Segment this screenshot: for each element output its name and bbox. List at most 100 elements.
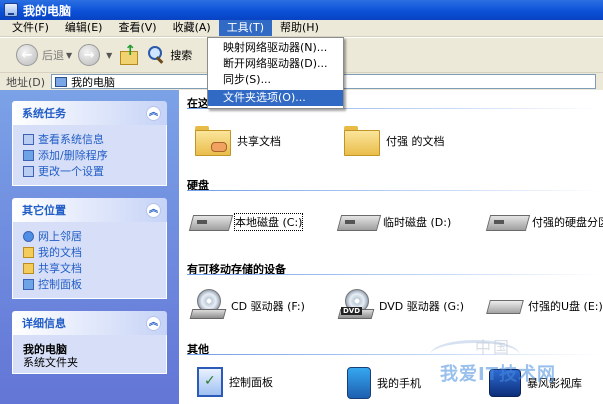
back-button[interactable]: ← 后退 ▼ (16, 44, 72, 66)
search-button[interactable]: 搜索 (146, 45, 192, 65)
other-places-title: 其它位置 (22, 204, 66, 217)
link-shared-documents[interactable]: 共享文档 (23, 260, 158, 276)
item-user-documents[interactable]: 付强 的文档 (344, 126, 445, 156)
section-divider (187, 274, 603, 275)
item-drive-c[interactable]: 本地磁盘 (C:) (191, 211, 304, 233)
item-label: 我的手机 (377, 377, 421, 390)
item-label: 临时磁盘 (D:) (383, 216, 452, 229)
menu-edit[interactable]: 编辑(E) (57, 20, 111, 36)
link-label: 更改一个设置 (38, 165, 104, 178)
back-arrow-icon: ← (16, 44, 38, 66)
tools-dropdown-menu: 映射网络驱动器(N)... 断开网络驱动器(D)... 同步(S)... 文件夹… (207, 37, 344, 109)
item-shared-documents[interactable]: 共享文档 (195, 126, 281, 156)
menu-folder-options[interactable]: 文件夹选项(O)... (208, 90, 343, 106)
details-type: 系统文件夹 (23, 356, 78, 369)
menu-tools[interactable]: 工具(T) (218, 20, 272, 36)
item-dvd-drive[interactable]: DVD DVD 驱动器 (G:) (337, 289, 465, 323)
forward-arrow-icon: → (78, 44, 101, 66)
forward-button[interactable]: → ▼ (78, 44, 112, 66)
title-bar: 我的电脑 (0, 0, 603, 20)
other-places-panel: 其它位置 ︽ 网上邻居 我的文档 共享文档 控制面板 (12, 198, 167, 299)
link-label: 查看系统信息 (38, 133, 104, 146)
movie-library-icon (489, 369, 521, 397)
link-change-setting[interactable]: 更改一个设置 (23, 163, 158, 179)
cd-drive-icon (189, 289, 227, 323)
hard-disk-icon (191, 211, 229, 233)
item-user-partition[interactable]: 付强的硬盘分区 (488, 211, 603, 233)
usb-drive-icon (488, 295, 522, 317)
hard-disk-icon (339, 211, 377, 233)
my-computer-icon (4, 3, 18, 17)
link-network-places[interactable]: 网上邻居 (23, 228, 158, 244)
menu-map-network-drive[interactable]: 映射网络驱动器(N)... (208, 40, 343, 56)
item-label: DVD 驱动器 (G:) (379, 300, 465, 313)
collapse-icon[interactable]: ︽ (146, 202, 161, 218)
task-pane: 系统任务 ︽ 查看系统信息 添加/删除程序 更改一个设置 其它位置 ︽ 网上邻居… (0, 90, 179, 404)
menu-favorites[interactable]: 收藏(A) (165, 20, 219, 36)
link-label: 网上邻居 (38, 230, 82, 243)
link-view-system-info[interactable]: 查看系统信息 (23, 131, 158, 147)
dvd-drive-icon: DVD (337, 289, 375, 323)
system-tasks-title: 系统任务 (22, 107, 66, 120)
up-folder-button[interactable] (118, 43, 140, 65)
item-movie-library[interactable]: 暴风影视库 (489, 369, 582, 397)
my-computer-icon (55, 76, 68, 87)
chevron-down-icon: ▼ (106, 50, 113, 60)
search-icon (146, 45, 166, 65)
item-label: 共享文档 (237, 135, 281, 148)
control-panel-icon (23, 278, 34, 290)
hard-disk-icon (488, 211, 526, 233)
system-tasks-header[interactable]: 系统任务 ︽ (12, 101, 167, 125)
collapse-icon[interactable]: ︽ (146, 315, 161, 331)
item-label: CD 驱动器 (F:) (231, 300, 305, 313)
details-name: 我的电脑 (23, 343, 67, 356)
collapse-icon[interactable]: ︽ (146, 105, 161, 121)
add-remove-programs-icon (23, 149, 34, 161)
chevron-down-icon: ▼ (66, 50, 73, 60)
item-cd-drive[interactable]: CD 驱动器 (F:) (189, 289, 305, 323)
folder-icon (23, 246, 34, 258)
link-label: 共享文档 (38, 262, 82, 275)
item-drive-d[interactable]: 临时磁盘 (D:) (339, 211, 451, 233)
system-tasks-panel: 系统任务 ︽ 查看系统信息 添加/删除程序 更改一个设置 (12, 101, 167, 186)
other-places-header[interactable]: 其它位置 ︽ (12, 198, 167, 222)
item-label: 控制面板 (229, 376, 273, 389)
phone-icon (347, 367, 371, 399)
address-label: 地址(D) (6, 75, 46, 89)
system-info-icon (23, 133, 34, 145)
item-label: 付强的U盘 (E:) (528, 300, 603, 313)
menu-view[interactable]: 查看(V) (110, 20, 164, 36)
details-panel: 详细信息 ︽ 我的电脑 系统文件夹 (12, 311, 167, 374)
menu-synchronize[interactable]: 同步(S)... (208, 72, 343, 88)
menu-help[interactable]: 帮助(H) (272, 20, 327, 36)
link-my-documents[interactable]: 我的文档 (23, 244, 158, 260)
item-usb-drive[interactable]: 付强的U盘 (E:) (488, 295, 603, 317)
system-tasks-body: 查看系统信息 添加/删除程序 更改一个设置 (12, 125, 167, 186)
item-label: 付强 的文档 (386, 135, 445, 148)
item-control-panel[interactable]: 控制面板 (197, 367, 273, 397)
file-view: 在这 共享文档 付强 的文档 硬盘 本地磁盘 (C:) 临时磁盘 (D:) 付强… (179, 90, 603, 404)
network-icon (23, 230, 34, 242)
link-add-remove-programs[interactable]: 添加/删除程序 (23, 147, 158, 163)
details-header[interactable]: 详细信息 ︽ (12, 311, 167, 335)
shared-folder-icon (195, 126, 231, 156)
item-label: 付强的硬盘分区 (532, 216, 603, 229)
address-value: 我的电脑 (71, 75, 116, 89)
window-title: 我的电脑 (23, 3, 72, 18)
menu-file[interactable]: 文件(F) (4, 20, 57, 36)
back-label: 后退 (42, 49, 64, 62)
details-title: 详细信息 (22, 317, 66, 330)
section-divider (187, 354, 603, 355)
link-label: 我的文档 (38, 246, 82, 259)
settings-icon (23, 165, 34, 177)
folder-icon (344, 126, 380, 156)
item-my-phone[interactable]: 我的手机 (347, 367, 421, 399)
control-panel-icon (197, 367, 223, 397)
link-label: 添加/删除程序 (38, 149, 108, 162)
link-control-panel[interactable]: 控制面板 (23, 276, 158, 292)
menu-disconnect-network-drive[interactable]: 断开网络驱动器(D)... (208, 56, 343, 72)
item-label: 本地磁盘 (C:) (233, 213, 304, 231)
other-places-body: 网上邻居 我的文档 共享文档 控制面板 (12, 222, 167, 299)
item-label: 暴风影视库 (527, 377, 582, 390)
link-label: 控制面板 (38, 278, 82, 291)
